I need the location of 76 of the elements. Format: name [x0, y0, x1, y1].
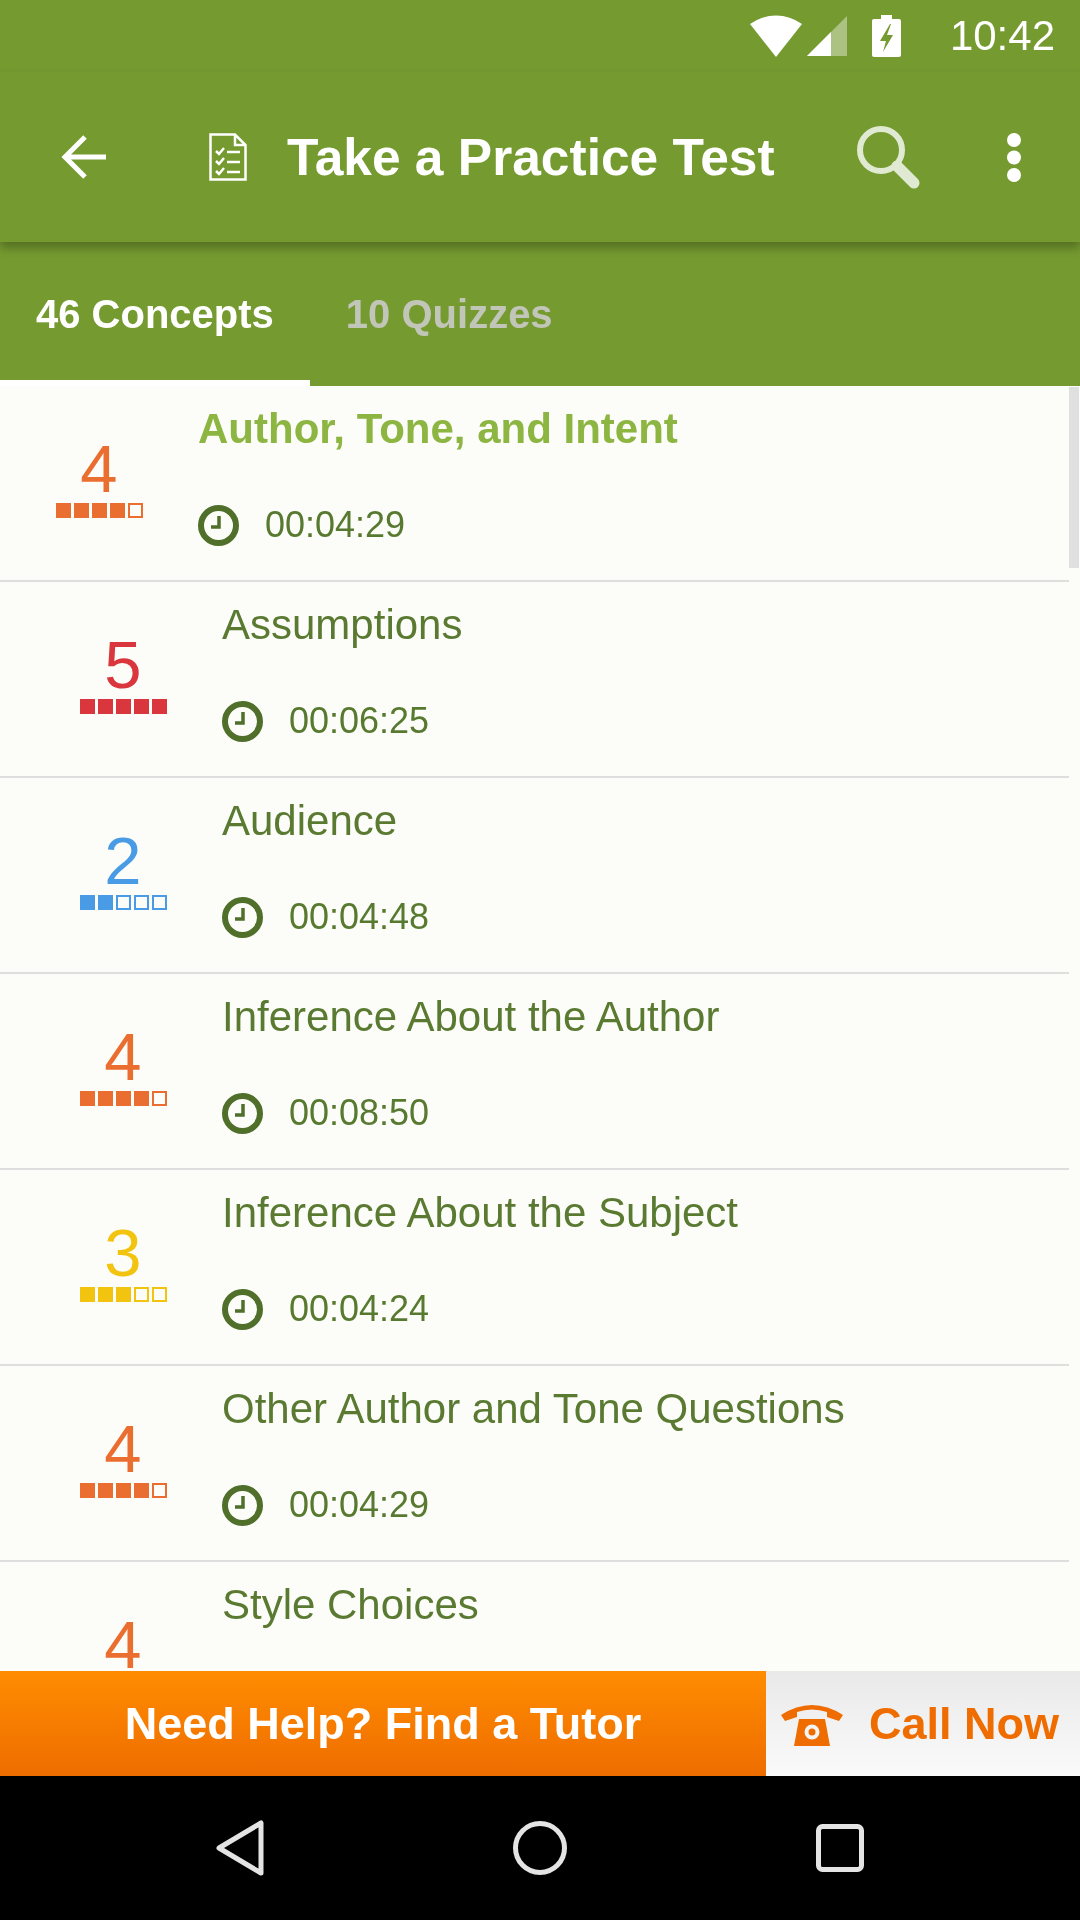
rating-square-icon	[79, 1483, 95, 1498]
difficulty-number: 5	[104, 641, 142, 689]
checklist-document-icon	[209, 133, 247, 181]
rating-square-icon	[133, 1091, 149, 1106]
signal-icon	[806, 16, 847, 56]
concept-title: Style Choices	[222, 1580, 479, 1630]
rating-square-icon	[115, 1091, 131, 1106]
rating-square-icon	[115, 895, 131, 910]
difficulty-number: 4	[80, 445, 118, 493]
rating-square-icon	[133, 1483, 149, 1498]
rating-square-icon	[133, 895, 149, 910]
concept-title: Other Author and Tone Questions	[222, 1384, 845, 1434]
rating-square-icon	[151, 699, 167, 714]
concept-title: Inference About the Author	[222, 992, 720, 1042]
clock-icon	[222, 1092, 263, 1134]
clock-icon	[222, 700, 263, 742]
concept-list-item[interactable]: 4 Other Author and Tone Questions 00:04:29	[0, 1366, 1069, 1562]
page-title: Take a Practice Test	[287, 127, 775, 187]
duration-text: 00:04:48	[289, 896, 430, 938]
concept-list-item[interactable]: 3 Inference About the Subject 00:04:24	[0, 1170, 1069, 1366]
concept-title: Author, Tone, and Intent	[198, 404, 678, 454]
rating-square-icon	[115, 1483, 131, 1498]
duration-text: 00:04:24	[289, 1288, 430, 1330]
duration-text: 00:06:25	[289, 700, 430, 742]
rating-square-icon	[79, 1091, 95, 1106]
rating-square-icon	[115, 1287, 131, 1302]
rating-square-icon	[79, 895, 95, 910]
difficulty-number: 4	[104, 1425, 142, 1473]
rating-square-icon	[133, 1287, 149, 1302]
recents-icon[interactable]	[816, 1824, 864, 1872]
call-now-button[interactable]: Call Now	[766, 1671, 1080, 1776]
rating-square-icon	[97, 1091, 113, 1106]
concept-list-item[interactable]: 4 Inference About the Author 00:08:50	[0, 974, 1069, 1170]
rating-square-icon	[97, 699, 113, 714]
nav-back-icon[interactable]	[216, 1820, 264, 1876]
difficulty-number: 2	[104, 837, 142, 885]
rating-square-icon	[151, 1483, 167, 1498]
status-time: 10:42	[949, 12, 1055, 60]
back-icon[interactable]	[61, 133, 108, 181]
rating-square-icon	[97, 1287, 113, 1302]
difficulty-number: 3	[104, 1229, 142, 1277]
rating-square-icon	[91, 503, 107, 518]
concept-title: Assumptions	[222, 600, 463, 650]
rating-square-icon	[55, 503, 71, 518]
wifi-icon	[749, 15, 802, 57]
concept-list-item[interactable]: 4 Author, Tone, and Intent 00:04:29	[0, 386, 1069, 582]
home-icon[interactable]	[513, 1821, 567, 1875]
rating-square-icon	[79, 1287, 95, 1302]
duration-text: 00:04:29	[265, 504, 406, 546]
rating-square-icon	[97, 1483, 113, 1498]
clock-icon	[222, 1288, 263, 1330]
rating-square-icon	[127, 503, 143, 518]
concept-title: Audience	[222, 796, 398, 846]
rating-square-icon	[79, 699, 95, 714]
find-tutor-button[interactable]: Need Help? Find a Tutor	[0, 1671, 766, 1776]
search-icon[interactable]	[856, 125, 921, 189]
difficulty-number: 4	[104, 1621, 142, 1669]
rating-square-icon	[151, 1287, 167, 1302]
duration-text: 00:08:50	[289, 1092, 430, 1134]
rating-square-icon	[151, 895, 167, 910]
clock-icon	[198, 504, 239, 546]
concept-list-item[interactable]: 5 Assumptions 00:06:25	[0, 582, 1069, 778]
rating-square-icon	[133, 699, 149, 714]
rating-square-icon	[97, 895, 113, 910]
clock-icon	[222, 1484, 263, 1526]
rating-square-icon	[151, 1091, 167, 1106]
rating-square-icon	[115, 699, 131, 714]
concept-title: Inference About the Subject	[222, 1188, 739, 1238]
concept-list-item[interactable]: 2 Audience 00:04:48	[0, 778, 1069, 974]
clock-icon	[222, 896, 263, 938]
difficulty-number: 4	[104, 1033, 142, 1081]
more-options-icon[interactable]	[1007, 132, 1021, 182]
rating-square-icon	[73, 503, 89, 518]
battery-charging-icon	[871, 15, 901, 57]
duration-text: 00:04:29	[289, 1484, 430, 1526]
rating-square-icon	[109, 503, 125, 518]
